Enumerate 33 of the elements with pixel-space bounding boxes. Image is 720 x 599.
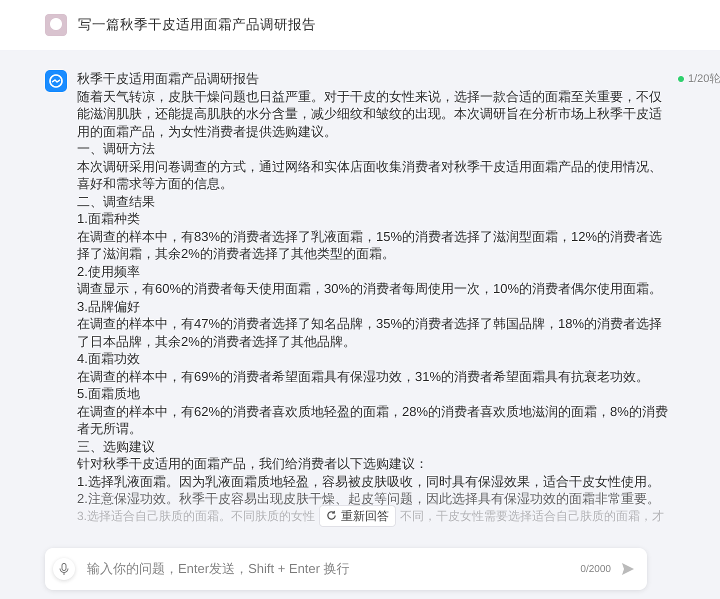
answer-paragraph: 二、调查结果 [77,192,156,210]
answer-paragraph: 3.品牌偏好 [77,298,141,315]
answer-line: 不同，干皮女性需要选择适合自己肤质的面霜，才 [400,508,664,524]
answer-paragraph: 针对秋季干皮适用的面霜产品，我们给消费者以下选购建议： [77,455,429,472]
answer-paragraph: 三、选购建议 [77,438,156,455]
regenerate-button[interactable]: 重新回答 [319,504,396,526]
answer-paragraph: 1.面霜种类 [77,210,141,228]
answer-paragraph: 4.面霜功效 [77,350,141,368]
answer-paragraph: 5.面霜质地 [77,385,141,402]
microphone-button[interactable] [53,558,75,580]
answer-paragraph: 在调查的样本中，有83%的消费者选择了乳液面霜，15%的消费者选择了滋润型面霜，12%的消费者选择了滋润霜，其余2%的消费者选择了其他类型的面霜。 [77,228,664,262]
status-dot [678,76,684,82]
answer-title: 秋季干皮适用面霜产品调研报告 [77,70,260,88]
answer-line: 3.选择适合自己肤质的面霜。不同肤质的女性 [77,508,316,524]
assistant-avatar [45,70,67,92]
answer-paragraph: 在调查的样本中，有69%的消费者希望面霜具有保湿功效，31%的消费者希望面霜具有抗衰老功效。 [77,368,650,385]
character-counter: 0/2000 [580,562,611,576]
answer-paragraph: 本次调研采用问卷调查的方式，通过网络和实体店面收集消费者对秋季干皮适用面霜产品的使用情况、喜好和需求等方面的信息。 [77,158,663,192]
user-avatar [45,14,67,36]
question-text: 写一篇秋季干皮适用面霜产品调研报告 [78,16,316,34]
answer-paragraph: 2.使用频率 [77,262,141,280]
answer-paragraph: 1.选择乳液面霜。因为乳液面霜质地轻盈，容易被皮肤吸收，同时具有保湿效果，适合干皮女性使用。 [77,472,661,490]
microphone-icon [59,563,69,575]
refresh-icon [326,510,338,521]
question-input[interactable]: 输入你的问题，Enter发送，Shift + Enter 换行 [85,558,570,580]
answer-paragraph: 调查显示，有60%的消费者每天使用面霜，30%的消费者每周使用一次，10%的消费者偶尔使用面霜。 [77,280,664,298]
answer-paragraph: 随着天气转凉，皮肤干燥问题也日益严重。对于干皮的女性来说，选择一款合适的面霜至关重要，不仅能滋润肌肤，还能提高肌肤的水分含量，减少细纹和皱纹的出现。本次调研旨在分析市场上秋季干皮适用的面霜产品，为女性消费者提供选购建议。 [77,88,663,140]
answer-paragraph: 一、调研方法 [77,140,156,158]
answer-paragraph: 在调查的样本中，有47%的消费者选择了知名品牌，35%的消费者选择了韩国品牌，18%的消费者选择了日本品牌，其余2%的消费者选择了其他品牌。 [77,315,664,350]
turn-counter: 1/20轮 [688,72,720,87]
answer-paragraph: 2.注意保湿功效。秋季干皮容易出现皮肤干燥、起皮等问题，因此选择具有保湿功效的面霜非常重要。 [77,490,661,508]
question-field[interactable]: 输入你的问题，Enter发送，Shift + Enter 换行 0/2000 [45,548,647,590]
answer-paragraph: 在调查的样本中，有62%的消费者喜欢质地轻盈的面霜，28%的消费者喜欢质地滋润的面霜，8%的消费者无所谓。 [77,402,668,438]
